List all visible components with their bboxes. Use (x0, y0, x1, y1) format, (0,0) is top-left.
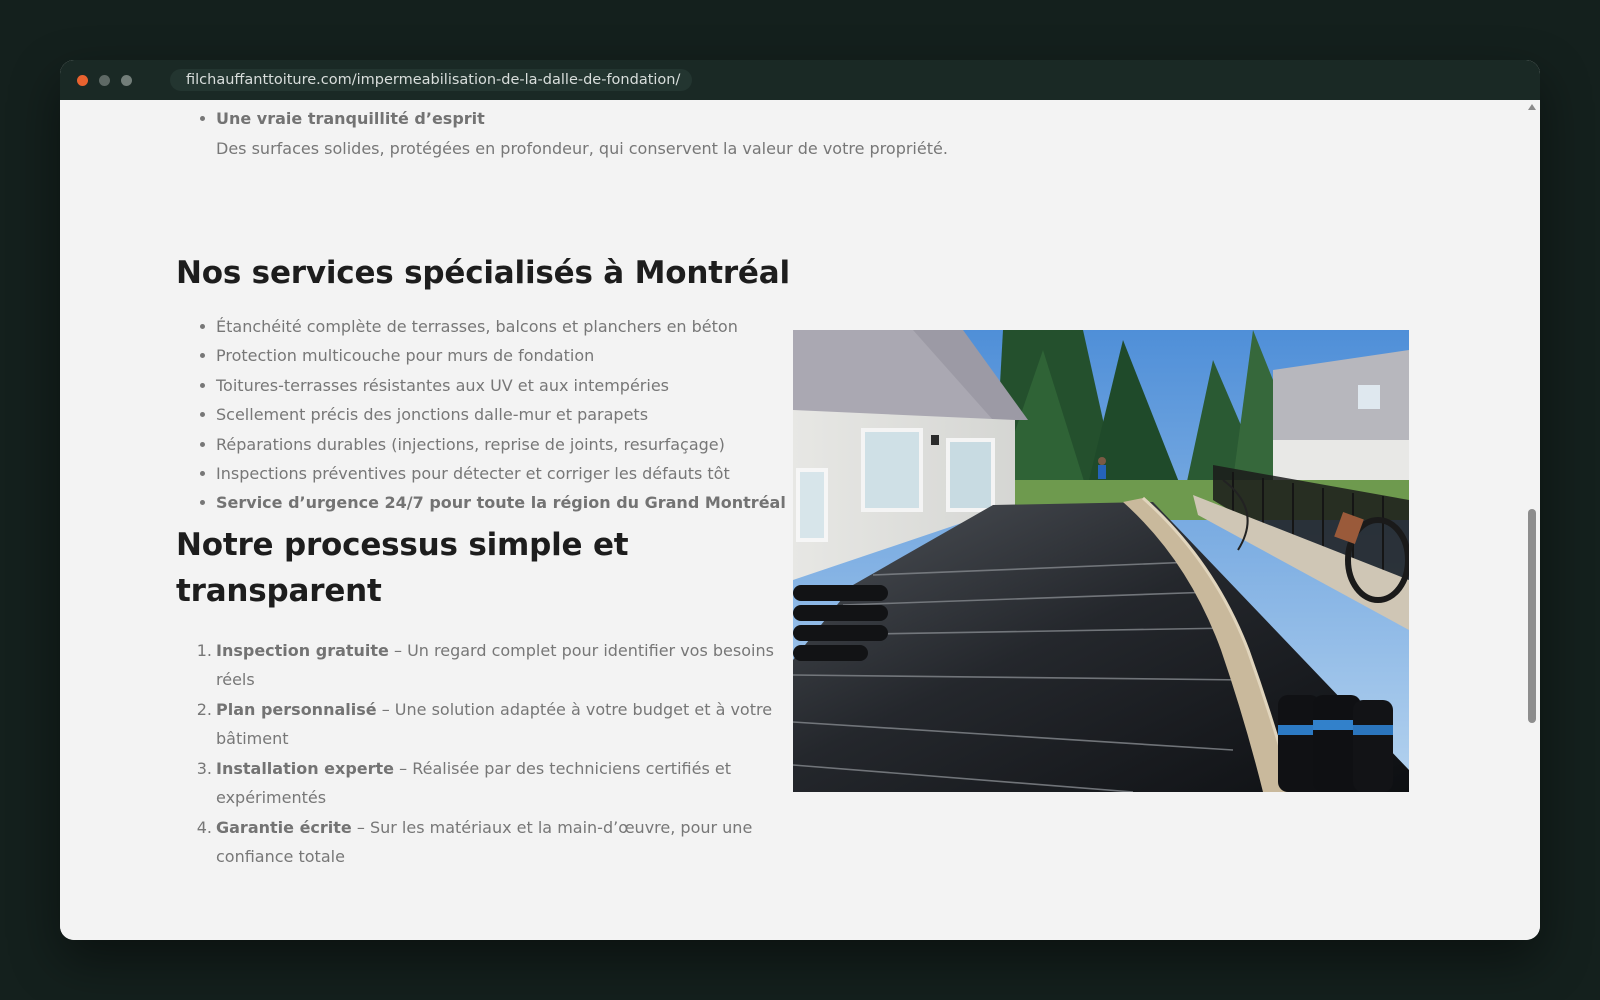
service-item: Inspections préventives pour détecter et… (200, 459, 730, 489)
services-heading: Nos services spécialisés à Montréal (176, 255, 790, 291)
terrace-waterproofing-photo (793, 330, 1409, 792)
process-heading-line2: transparent (176, 573, 382, 609)
bullet-icon (200, 383, 205, 388)
service-label: Service d’urgence 24/7 pour toute la rég… (216, 493, 786, 512)
zoom-dot-icon[interactable] (121, 75, 132, 86)
step-number: 3. (196, 759, 212, 778)
close-dot-icon[interactable] (77, 75, 88, 86)
step-text: – Sur les matériaux et la main-d’œuvre, … (351, 818, 753, 837)
page-content: Une vraie tranquillité d’esprit Des surf… (60, 100, 1524, 940)
scrollbar-thumb[interactable] (1528, 509, 1536, 723)
service-item: Scellement précis des jonctions dalle-mu… (200, 400, 649, 430)
step-text-continued: expérimentés (216, 788, 327, 807)
scroll-up-arrow-icon[interactable] (1528, 104, 1536, 110)
service-item: Service d’urgence 24/7 pour toute la rég… (200, 488, 786, 518)
bullet-icon (200, 353, 205, 358)
service-label: Protection multicouche pour murs de fond… (216, 346, 595, 365)
address-bar[interactable]: filchauffanttoiture.com/impermeabilisati… (170, 69, 693, 91)
process-step-continuation: expérimentés (216, 783, 326, 813)
list-item: Une vraie tranquillité d’esprit (200, 104, 485, 134)
step-title: Installation experte (216, 759, 395, 778)
service-item: Toitures-terrasses résistantes aux UV et… (200, 371, 669, 401)
process-step: 3. Installation experte – Réalisée par d… (197, 754, 731, 784)
service-label: Étanchéité complète de terrasses, balcon… (216, 317, 738, 336)
service-label: Réparations durables (injections, repris… (216, 435, 725, 454)
step-title: Garantie écrite (216, 818, 352, 837)
process-step-continuation: bâtiment (216, 724, 289, 754)
list-item-description: Des surfaces solides, protégées en profo… (216, 134, 948, 164)
step-text: – Réalisée par des techniciens certifiés… (394, 759, 731, 778)
minimize-dot-icon[interactable] (99, 75, 110, 86)
step-text-continued: confiance totale (216, 847, 345, 866)
step-text: – Un regard complet pour identifier vos … (388, 641, 774, 660)
process-step-continuation: confiance totale (216, 842, 345, 872)
process-step: 2. Plan personnalisé – Une solution adap… (197, 695, 773, 725)
process-step: 4. Garantie écrite – Sur les matériaux e… (197, 813, 753, 843)
bullet-icon (200, 412, 205, 417)
benefit-description: Des surfaces solides, protégées en profo… (216, 139, 948, 158)
service-label: Inspections préventives pour détecter et… (216, 464, 730, 483)
bullet-icon (200, 442, 205, 447)
step-number: 4. (196, 818, 212, 837)
step-number: 2. (196, 700, 212, 719)
photo-illustration (793, 330, 1409, 792)
browser-title-bar: filchauffanttoiture.com/impermeabilisati… (60, 60, 1540, 100)
bullet-icon (200, 116, 205, 121)
step-text-continued: réels (216, 670, 255, 689)
bullet-icon (200, 500, 205, 505)
bullet-icon (200, 324, 205, 329)
service-item: Protection multicouche pour murs de fond… (200, 341, 595, 371)
step-title: Plan personnalisé (216, 700, 377, 719)
vertical-scrollbar[interactable] (1524, 100, 1540, 940)
process-step-continuation: réels (216, 665, 255, 695)
step-title: Inspection gratuite (216, 641, 389, 660)
step-text: – Une solution adaptée à votre budget et… (376, 700, 773, 719)
service-item: Étanchéité complète de terrasses, balcon… (200, 312, 738, 342)
service-item: Réparations durables (injections, repris… (200, 430, 725, 460)
process-step: 1. Inspection gratuite – Un regard compl… (197, 636, 774, 666)
benefit-title: Une vraie tranquillité d’esprit (216, 109, 485, 128)
service-label: Scellement précis des jonctions dalle-mu… (216, 405, 649, 424)
bullet-icon (200, 471, 205, 476)
step-text-continued: bâtiment (216, 729, 289, 748)
browser-window: filchauffanttoiture.com/impermeabilisati… (60, 60, 1540, 940)
process-heading-line1: Notre processus simple et (176, 527, 629, 563)
step-number: 1. (196, 641, 212, 660)
service-label: Toitures-terrasses résistantes aux UV et… (216, 376, 669, 395)
